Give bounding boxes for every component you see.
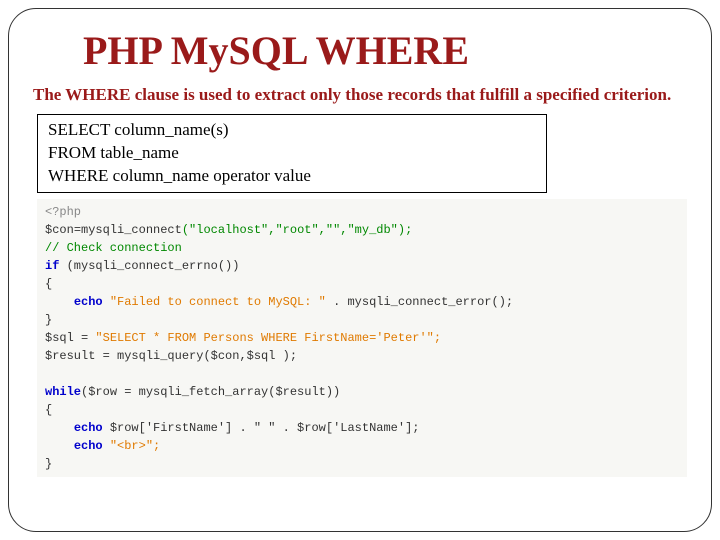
sql-assign: = <box>74 331 96 345</box>
comment-check: // Check connection <box>45 241 182 255</box>
echo-keyword-1: echo <box>74 295 103 309</box>
while-keyword: while <box>45 385 81 399</box>
code-block: <?php $con=mysqli_connect("localhost","r… <box>37 199 687 477</box>
connect-args: ("localhost","root","","my_db"); <box>182 223 412 237</box>
description-text: The WHERE clause is used to extract only… <box>33 84 687 106</box>
page-title: PHP MySQL WHERE <box>83 27 687 74</box>
con-var: $con <box>45 223 74 237</box>
syntax-box: SELECT column_name(s) FROM table_name WH… <box>37 114 547 193</box>
echo-keyword-2: echo <box>74 421 103 435</box>
php-open-tag: <?php <box>45 205 81 219</box>
if-keyword: if <box>45 259 59 273</box>
brace-close-2: } <box>45 457 52 471</box>
sql-string: "SELECT * FROM Persons WHERE FirstName='… <box>95 331 441 345</box>
echo-keyword-3: echo <box>74 439 103 453</box>
syntax-line-3: WHERE column_name operator value <box>48 165 536 188</box>
connect-fn: mysqli_connect <box>81 223 182 237</box>
query-call: = mysqli_query($con,$sql ); <box>95 349 297 363</box>
row-output: $row['FirstName'] . " " . $row['LastName… <box>103 421 420 435</box>
brace-open-1: { <box>45 277 52 291</box>
syntax-line-2: FROM table_name <box>48 142 536 165</box>
errno-call: (mysqli_connect_errno()) <box>59 259 239 273</box>
sql-var: $sql <box>45 331 74 345</box>
result-var: $result <box>45 349 95 363</box>
fail-string: "Failed to connect to MySQL: " <box>103 295 333 309</box>
while-cond: ($row = mysqli_fetch_array($result)) <box>81 385 340 399</box>
concat-error: . mysqli_connect_error(); <box>333 295 513 309</box>
syntax-line-1: SELECT column_name(s) <box>48 119 536 142</box>
brace-close-1: } <box>45 313 52 327</box>
slide-frame: PHP MySQL WHERE The WHERE clause is used… <box>8 8 712 532</box>
br-string: "<br>"; <box>103 439 161 453</box>
eq-op: = <box>74 223 81 237</box>
brace-open-2: { <box>45 403 52 417</box>
